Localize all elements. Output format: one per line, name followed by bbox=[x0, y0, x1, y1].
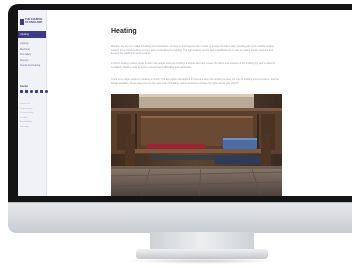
church-logo[interactable]: THE CHURCH OF ENGLAND bbox=[20, 18, 45, 25]
church-pew-heater-photo bbox=[111, 94, 282, 196]
sidebar-item-heating[interactable]: Heating bbox=[18, 31, 46, 38]
stand-shadow bbox=[126, 258, 278, 264]
sidebar: THE CHURCH OF ENGLAND Heating Lighting E… bbox=[18, 10, 48, 196]
body-paragraph: A church heating system needs to warm th… bbox=[111, 62, 276, 69]
email-icon[interactable] bbox=[45, 90, 48, 93]
logo-text: THE CHURCH OF ENGLAND bbox=[25, 18, 43, 24]
instagram-icon[interactable] bbox=[30, 90, 33, 93]
footer-links: Contact us Terms of use Privacy policy C… bbox=[20, 102, 45, 130]
social-links bbox=[20, 90, 48, 93]
body-paragraph: There is no single solution to heating a… bbox=[111, 78, 279, 85]
monitor-chin bbox=[8, 202, 352, 233]
linkedin-icon[interactable] bbox=[40, 90, 43, 93]
intro-paragraph: Whether the aim is to make a building fe… bbox=[111, 45, 274, 56]
monitor-screen: THE CHURCH OF ENGLAND Heating Lighting E… bbox=[18, 10, 352, 196]
sidebar-item-sound-and-hearing[interactable]: Sound and hearing bbox=[20, 63, 45, 69]
social-heading: Social bbox=[20, 85, 28, 88]
youtube-icon[interactable] bbox=[35, 90, 38, 93]
facebook-icon[interactable] bbox=[20, 90, 23, 93]
monitor-stand bbox=[150, 232, 254, 250]
footer-link-sitemap[interactable]: Site map bbox=[20, 125, 45, 130]
sidebar-nav: Lighting Electrical Fire safety Security… bbox=[20, 41, 45, 69]
logo-icon bbox=[20, 19, 24, 25]
page-title: Heating bbox=[111, 28, 137, 35]
twitter-icon[interactable] bbox=[25, 90, 28, 93]
